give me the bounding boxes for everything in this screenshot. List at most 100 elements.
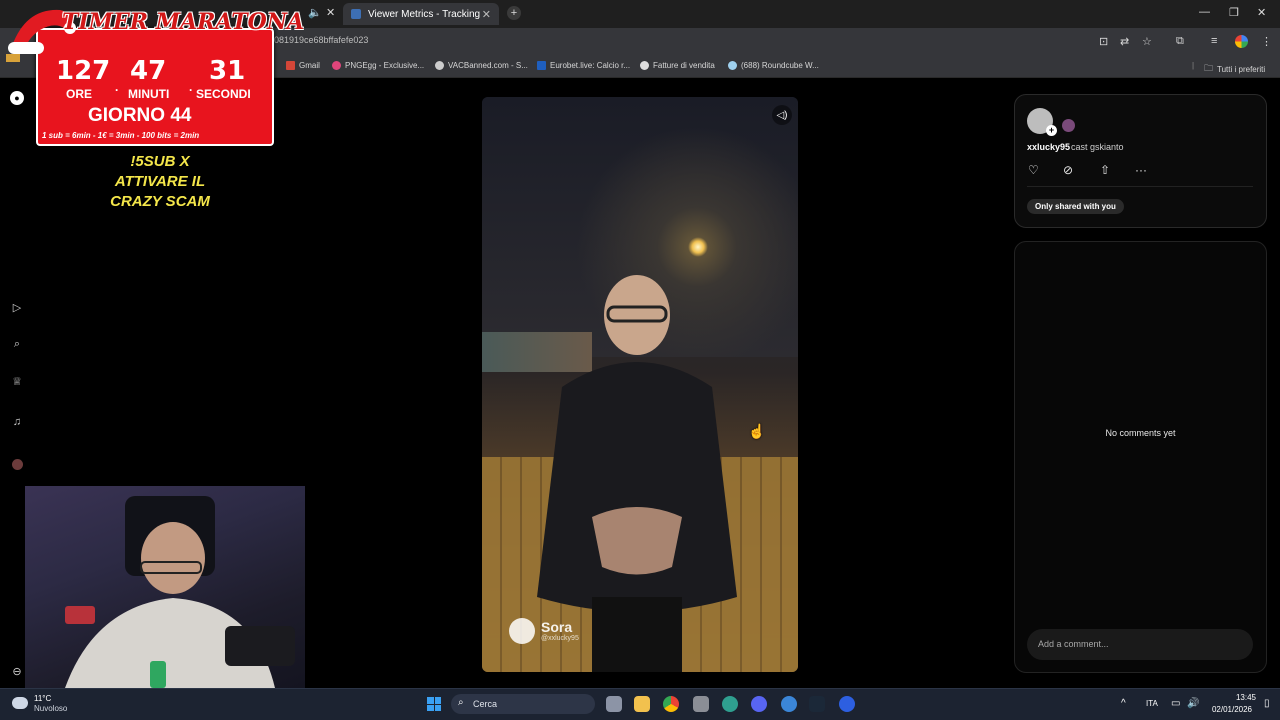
profile-avatar[interactable] <box>1235 35 1248 48</box>
follow-plus-icon[interactable]: + <box>1046 125 1057 136</box>
search-nav-icon[interactable]: ⌕ <box>10 337 24 351</box>
bookmarks-folder-label: Tutti i preferiti <box>1217 64 1266 74</box>
close-icon[interactable]: ✕ <box>482 8 491 21</box>
timer-seconds: 31 <box>209 56 246 86</box>
discord-icon[interactable] <box>751 696 767 712</box>
roundcube-icon <box>728 61 737 70</box>
bookmark-roundcube[interactable]: (688) Roundcube W... <box>728 61 819 70</box>
bookmark-star-icon[interactable]: ☆ <box>1142 35 1152 48</box>
pngegg-icon <box>332 61 341 70</box>
video-person <box>537 275 737 672</box>
tab-favicon-icon <box>351 9 361 19</box>
bookmark-pngegg[interactable]: PNGEgg - Exclusive... <box>332 61 424 70</box>
input-language[interactable]: ITA <box>1146 699 1158 708</box>
app-logo-icon: ● <box>10 91 24 105</box>
minimize-icon[interactable]: — <box>1199 6 1210 18</box>
like-heart-icon[interactable]: ♡ <box>1028 163 1039 177</box>
url-text[interactable]: 081919ce68bffafefe023 <box>274 35 368 45</box>
trophy-nav-icon[interactable]: ♕ <box>10 374 24 388</box>
bookmarks-separator: | <box>1192 61 1195 70</box>
more-options-icon[interactable]: ··· <box>1135 163 1147 177</box>
hand-cursor-icon: ☝ <box>748 423 766 439</box>
remix-icon[interactable]: ⊘ <box>1063 163 1073 177</box>
menu-kebab-icon[interactable]: ⋮ <box>1261 35 1272 48</box>
chrome-icon[interactable] <box>663 696 679 712</box>
share-icon[interactable]: ⇧ <box>1100 163 1110 177</box>
eurobet-icon <box>537 61 546 70</box>
folder-icon: 🗀 <box>1204 63 1214 73</box>
notification-icon[interactable]: ▯ <box>1264 698 1270 709</box>
divider <box>1027 186 1253 187</box>
timer-minutes: 47 <box>130 56 167 86</box>
tab-viewer-metrics[interactable]: Viewer Metrics - Tracking ✕ <box>343 3 499 25</box>
globe-icon <box>640 61 649 70</box>
reading-list-icon[interactable]: ≡ <box>1211 35 1217 47</box>
video-player[interactable]: ◁) Sora @xxlucky95 <box>482 97 798 672</box>
new-tab-button[interactable]: + <box>507 6 521 20</box>
bookmark-label: VACBanned.com - S... <box>448 61 528 70</box>
weather-temperature[interactable]: 11°C <box>34 694 51 703</box>
extensions-icon[interactable]: ⧉ <box>1176 35 1184 48</box>
globe-icon <box>435 61 444 70</box>
bookmark-eurobet[interactable]: Eurobet.live: Calcio r... <box>537 61 630 70</box>
app-icon[interactable] <box>722 696 738 712</box>
bookmark-fatture[interactable]: Fatture di vendita <box>640 61 715 70</box>
post-caption: cast gskianto <box>1071 142 1124 152</box>
play-nav-icon[interactable]: ▷ <box>10 300 24 314</box>
volume-icon[interactable]: ◁) <box>772 105 792 125</box>
comment-input[interactable]: Add a comment... <box>1027 629 1253 660</box>
taskbar-search[interactable]: Cerca <box>451 694 595 714</box>
install-app-icon[interactable]: ⊡ <box>1099 35 1108 48</box>
app-icon[interactable] <box>693 696 709 712</box>
comments-panel <box>1014 241 1267 673</box>
timer-title: TIMER MARATONA <box>62 9 305 35</box>
bell-nav-icon[interactable]: ♫ <box>10 415 24 429</box>
translate-icon[interactable]: ⇄ <box>1120 35 1129 48</box>
marathon-day: GIORNO 44 <box>88 105 192 126</box>
gmail-icon <box>286 61 295 70</box>
timer-hours: 127 <box>56 56 111 86</box>
webcam-person <box>65 496 295 688</box>
webcam-feed <box>25 486 305 688</box>
promo-line: !5SUB X <box>130 153 190 170</box>
bookmark-label: Fatture di vendita <box>653 61 715 70</box>
app-icon[interactable] <box>839 696 855 712</box>
search-icon: ⌕ <box>458 697 464 708</box>
cloud-icon <box>12 697 28 709</box>
visibility-badge: Only shared with you <box>1027 199 1124 214</box>
post-username[interactable]: xxlucky95 <box>1027 142 1070 152</box>
window-close-icon[interactable]: ✕ <box>1257 6 1266 19</box>
windows-start-icon[interactable] <box>427 697 441 711</box>
steam-icon[interactable] <box>809 696 825 712</box>
clock-time[interactable]: 13:45 <box>1206 693 1256 702</box>
bookmark-vacbanned[interactable]: VACBanned.com - S... <box>435 61 528 70</box>
settings-nav-icon[interactable]: ⊖ <box>10 664 24 678</box>
tab-audio-icon[interactable]: 🔈 <box>308 6 322 19</box>
street-light <box>688 237 708 257</box>
maximize-icon[interactable]: ❐ <box>1229 6 1239 19</box>
file-explorer-icon[interactable] <box>634 696 650 712</box>
bookmark-label: Gmail <box>299 61 320 70</box>
network-icon[interactable]: ▭ <box>1171 698 1180 709</box>
timer-separator: . <box>189 80 193 94</box>
profile-nav-icon[interactable] <box>10 457 24 471</box>
bookmark-label: (688) Roundcube W... <box>741 61 819 70</box>
timer-separator: . <box>115 80 119 94</box>
tab-close-icon[interactable]: ✕ <box>326 6 335 19</box>
task-view-icon[interactable] <box>606 696 622 712</box>
clock-date[interactable]: 02/01/2026 <box>1206 705 1252 714</box>
weather-description[interactable]: Nuvoloso <box>34 704 67 713</box>
timer-seconds-label: SECONDI <box>196 87 251 101</box>
bookmark-label: PNGEgg - Exclusive... <box>345 61 425 70</box>
timer-hours-label: ORE <box>66 87 93 101</box>
cameo-avatar[interactable] <box>1062 119 1075 132</box>
tray-chevron-icon[interactable]: ^ <box>1121 698 1126 709</box>
timer-rates: 1 sub = 6min - 1€ = 3min - 100 bits = 2m… <box>42 131 200 140</box>
promo-text: !5SUB X ATTIVARE IL CRAZY SCAM <box>70 152 250 212</box>
app-icon[interactable] <box>781 696 797 712</box>
bookmark-gmail[interactable]: Gmail <box>286 61 320 70</box>
sora-watermark-handle: @xxlucky95 <box>541 635 579 642</box>
volume-tray-icon[interactable]: 🔊 <box>1187 698 1199 709</box>
bookmark-label: Eurobet.live: Calcio r... <box>550 61 631 70</box>
bookmarks-folder[interactable]: 🗀 Tutti i preferiti <box>1204 61 1265 77</box>
